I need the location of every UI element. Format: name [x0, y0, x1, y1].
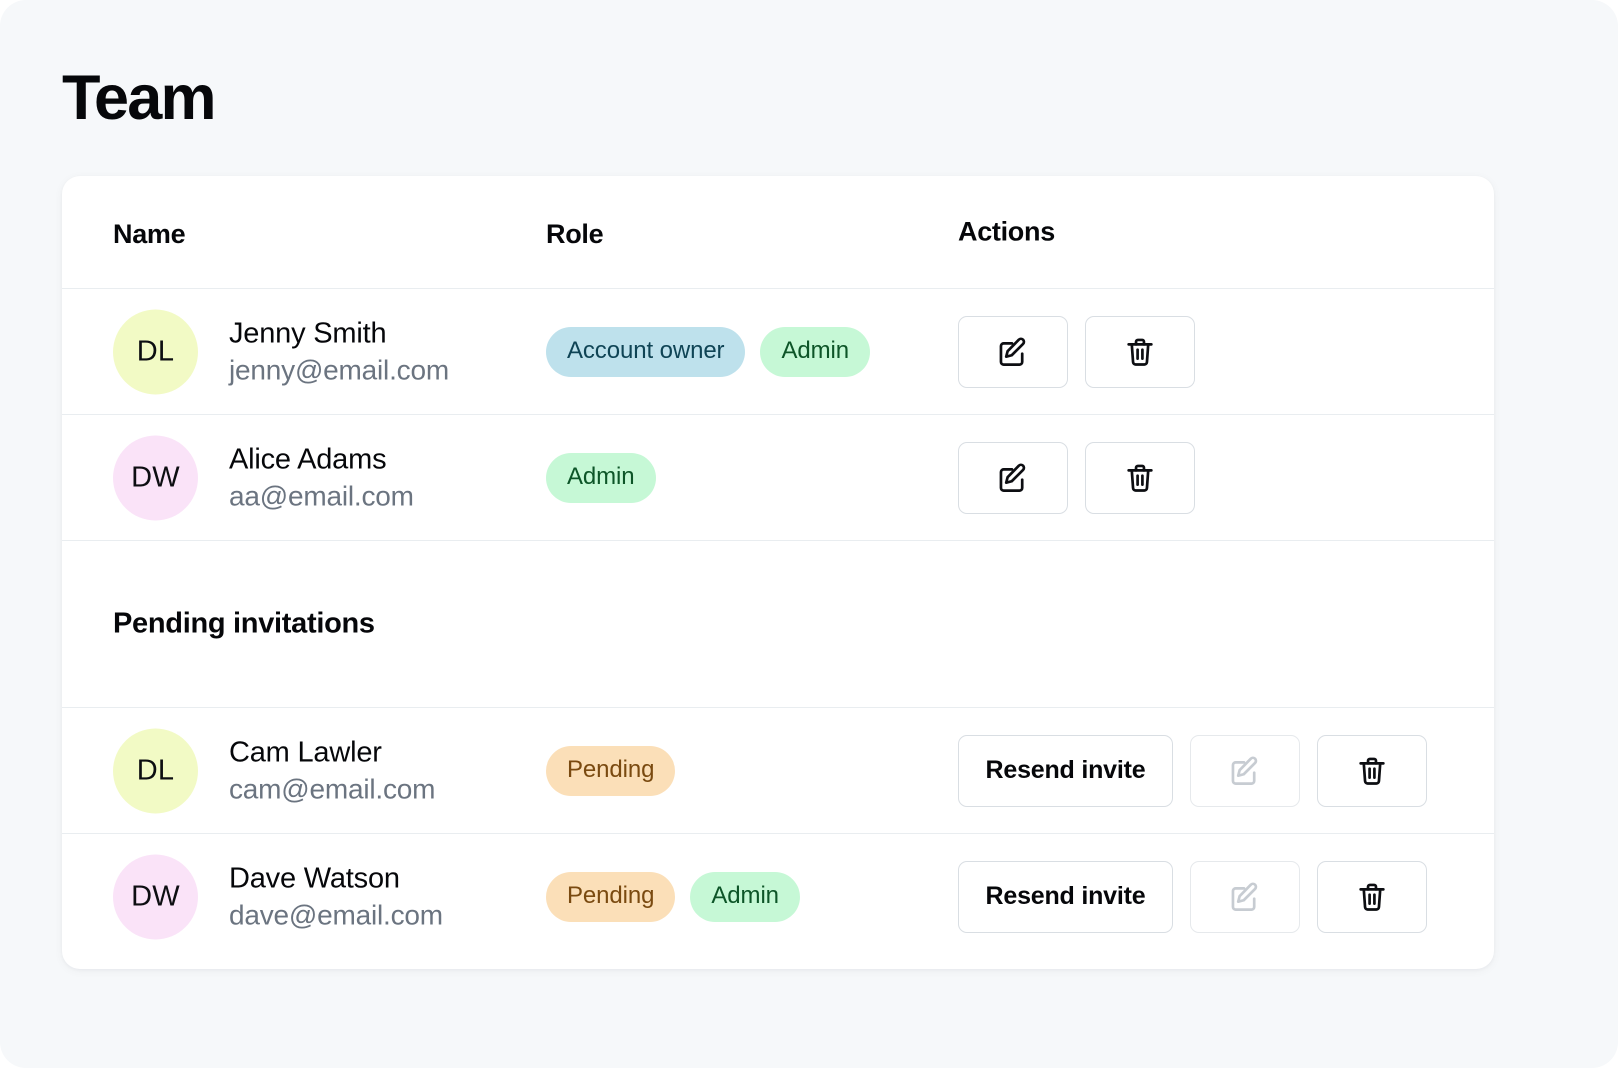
pending-invitations-section: Pending invitations [62, 541, 1494, 707]
delete-member-button[interactable] [1085, 441, 1195, 514]
invitee-identity: Dave Watson dave@email.com [229, 859, 443, 934]
row-actions: Resend invite [958, 860, 1427, 933]
trash-icon [1355, 880, 1389, 914]
member-name: Alice Adams [229, 442, 387, 475]
status-badge-pending: Pending [546, 871, 676, 922]
role-badges: Pending [546, 745, 676, 796]
invitee-email: dave@email.com [229, 899, 443, 931]
table-row: DL Jenny Smith jenny@email.com Account o… [62, 289, 1494, 414]
delete-invitee-button[interactable] [1317, 734, 1427, 807]
avatar: DW [113, 435, 198, 520]
edit-icon [1228, 880, 1262, 914]
table-row: DL Cam Lawler cam@email.com Pending Rese… [62, 708, 1494, 833]
invitee-email: cam@email.com [229, 773, 436, 805]
role-badges: Pending Admin [546, 871, 800, 922]
table-row: DW Dave Watson dave@email.com Pending Ad… [62, 834, 1494, 959]
status-badge-admin: Admin [546, 452, 656, 503]
role-badges: Admin [546, 452, 656, 503]
team-page: Team Name Role Actions DL Jenny Smith je… [0, 0, 1618, 1068]
resend-invite-button[interactable]: Resend invite [958, 860, 1173, 933]
section-title: Pending invitations [113, 607, 375, 640]
status-badge-admin: Admin [760, 326, 870, 377]
edit-icon [996, 461, 1030, 495]
team-card: Name Role Actions DL Jenny Smith jenny@e… [62, 176, 1494, 969]
member-name: Jenny Smith [229, 316, 387, 349]
trash-icon [1123, 335, 1157, 369]
edit-icon [1228, 754, 1262, 788]
edit-icon [996, 335, 1030, 369]
avatar: DL [113, 728, 198, 813]
delete-invitee-button[interactable] [1317, 860, 1427, 933]
row-actions: Resend invite [958, 734, 1427, 807]
trash-icon [1355, 754, 1389, 788]
edit-invitee-button [1190, 860, 1300, 933]
invitee-name: Cam Lawler [229, 735, 382, 768]
table-row: DW Alice Adams aa@email.com Admin [62, 415, 1494, 540]
column-header-role: Role [546, 219, 604, 249]
resend-invite-button[interactable]: Resend invite [958, 734, 1173, 807]
role-badges: Account owner Admin [546, 326, 870, 377]
member-email: aa@email.com [229, 480, 414, 512]
avatar: DW [113, 854, 198, 939]
page-title: Team [62, 63, 216, 133]
column-header-actions: Actions [958, 216, 1055, 247]
status-badge-account-owner: Account owner [546, 326, 746, 377]
invitee-identity: Cam Lawler cam@email.com [229, 733, 436, 808]
avatar: DL [113, 309, 198, 394]
status-badge-admin: Admin [690, 871, 800, 922]
status-badge-pending: Pending [546, 745, 676, 796]
table-header-row: Name Role Actions [62, 176, 1494, 288]
invitee-name: Dave Watson [229, 861, 400, 894]
edit-member-button[interactable] [958, 315, 1068, 388]
member-identity: Jenny Smith jenny@email.com [229, 314, 449, 389]
row-actions [958, 441, 1195, 514]
delete-member-button[interactable] [1085, 315, 1195, 388]
trash-icon [1123, 461, 1157, 495]
column-header-name: Name [113, 219, 186, 249]
member-email: jenny@email.com [229, 354, 449, 386]
row-actions [958, 315, 1195, 388]
edit-invitee-button [1190, 734, 1300, 807]
edit-member-button[interactable] [958, 441, 1068, 514]
member-identity: Alice Adams aa@email.com [229, 440, 414, 515]
